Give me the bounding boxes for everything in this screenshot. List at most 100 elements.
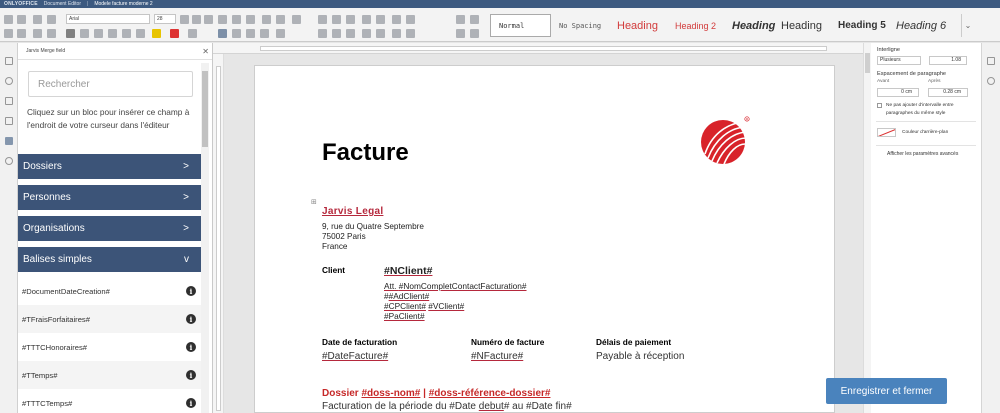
select-all-icon[interactable] (17, 29, 26, 38)
page-break-icon[interactable] (332, 29, 341, 38)
style-heading-4[interactable]: Heading (778, 14, 835, 37)
client-contact-line[interactable]: Att. #NomCompletContactFacturation# (384, 281, 527, 291)
delais-value[interactable]: Payable à réception (596, 351, 684, 362)
align-center-icon[interactable] (232, 29, 241, 38)
info-icon[interactable]: i (186, 314, 196, 324)
shading-icon[interactable] (188, 29, 197, 38)
comment-icon[interactable] (406, 29, 415, 38)
color-scheme-icon[interactable] (470, 29, 479, 38)
link-icon[interactable] (456, 15, 465, 24)
address-line[interactable]: 75002 Paris (322, 232, 366, 242)
client-address-line[interactable]: ##AdClient# (384, 291, 429, 301)
category-personnes[interactable]: Personnes > (18, 185, 201, 213)
dossier-heading[interactable]: Dossier #doss-nom# | #doss-référence-dos… (322, 388, 550, 399)
change-case-icon[interactable] (204, 15, 213, 24)
superscript-icon[interactable] (122, 29, 131, 38)
style-normal[interactable]: Normal (490, 14, 551, 37)
style-heading-1[interactable]: Heading (614, 14, 672, 37)
copy-style-icon[interactable] (47, 15, 56, 24)
delais-label[interactable]: Délais de paiement (596, 337, 671, 347)
orientation-icon[interactable] (362, 29, 371, 38)
font-name-select[interactable]: Arial (66, 14, 150, 24)
advanced-settings-link[interactable]: Afficher les paramètres avancés (887, 151, 958, 157)
bullets-icon[interactable] (218, 15, 227, 24)
company-name[interactable]: Jarvis Legal (322, 206, 383, 217)
file-icon[interactable] (5, 57, 13, 65)
no-interval-checkbox[interactable] (877, 103, 882, 108)
page-size-icon[interactable] (376, 29, 385, 38)
strikethrough-icon[interactable] (108, 29, 117, 38)
cut-icon[interactable] (17, 15, 26, 24)
font-size-select[interactable]: 28 (154, 14, 176, 24)
style-heading-6[interactable]: Heading 6 (893, 14, 948, 37)
info-icon[interactable]: i (186, 286, 196, 296)
font-color-icon[interactable] (170, 29, 179, 38)
interligne-mode-select[interactable]: Plusieurs (877, 56, 921, 65)
style-no-spacing[interactable]: No Spacing (556, 14, 614, 37)
style-heading-2[interactable]: Heading 2 (672, 14, 729, 37)
align-right-icon[interactable] (246, 29, 255, 38)
panel-scrollbar[interactable] (201, 63, 209, 413)
search-icon[interactable] (5, 77, 13, 85)
table-anchor-icon[interactable]: ⊞ (311, 198, 317, 206)
equation-icon[interactable] (392, 15, 401, 24)
style-heading-5[interactable]: Heading 5 (835, 14, 893, 37)
client-code[interactable]: #NClient# (384, 265, 432, 277)
address-line[interactable]: France (322, 242, 347, 252)
date-value[interactable]: #DateFacture# (322, 351, 388, 362)
horizontal-ruler[interactable] (213, 43, 863, 54)
eraser-icon[interactable] (470, 15, 479, 24)
undo-icon[interactable] (33, 15, 42, 24)
plugin-icon[interactable] (5, 137, 13, 145)
textbox-icon[interactable] (376, 15, 385, 24)
info-icon[interactable]: i (186, 398, 196, 408)
columns-icon[interactable] (346, 29, 355, 38)
margins-icon[interactable] (392, 29, 401, 38)
date-label[interactable]: Date de facturation (322, 337, 397, 347)
merge-field-item[interactable]: #TFraisForfaitaires# i (18, 305, 201, 333)
interligne-value-input[interactable]: 1.08 (929, 56, 967, 65)
settings-icon[interactable] (987, 77, 995, 85)
numero-label[interactable]: Numéro de facture (471, 337, 544, 347)
shape-icon[interactable] (362, 15, 371, 24)
line-spacing-icon[interactable] (292, 15, 301, 24)
multilevel-icon[interactable] (246, 15, 255, 24)
apres-input[interactable]: 0.28 cm (928, 88, 968, 97)
justify-icon[interactable] (260, 29, 269, 38)
panel-scroll-thumb[interactable] (202, 71, 208, 147)
document-scroll-thumb[interactable] (865, 53, 870, 73)
highlight-icon[interactable] (152, 29, 161, 38)
category-organisations[interactable]: Organisations > (18, 216, 201, 244)
invoice-title[interactable]: Facture (322, 139, 409, 167)
style-heading-3[interactable]: Heading (729, 14, 778, 37)
comments-icon[interactable] (5, 97, 13, 105)
navigation-icon[interactable] (5, 117, 13, 125)
header-footer-icon[interactable] (318, 29, 327, 38)
search-input[interactable]: Rechercher (28, 71, 193, 97)
symbol-icon[interactable] (406, 15, 415, 24)
vertical-ruler[interactable] (213, 54, 224, 413)
avant-input[interactable]: 0 cm (877, 88, 919, 97)
merge-field-item[interactable]: #DocumentDateCreation# i (18, 277, 201, 305)
chevron-down-icon[interactable]: ⌄ (961, 14, 974, 37)
category-dossiers[interactable]: Dossiers > (18, 154, 201, 182)
numero-value[interactable]: #NFacture# (471, 351, 523, 362)
paste-icon[interactable] (4, 15, 13, 24)
document-scrollbar[interactable] (863, 43, 871, 413)
merge-field-item[interactable]: #TTTCHonoraires# i (18, 333, 201, 361)
font-grow-icon[interactable] (180, 15, 189, 24)
address-line[interactable]: 9, rue du Quatre Septembre (322, 222, 424, 232)
clear-style-icon[interactable] (47, 29, 56, 38)
merge-field-item[interactable]: #TTemps# i (18, 361, 201, 389)
about-icon[interactable] (5, 157, 13, 165)
category-balises-simples[interactable]: Balises simples v (18, 247, 201, 275)
info-icon[interactable]: i (186, 342, 196, 352)
client-city-line[interactable]: #CPClient# #VClient# (384, 301, 464, 311)
bold-icon[interactable] (66, 29, 75, 38)
close-icon[interactable]: ✕ (202, 48, 209, 56)
image-icon[interactable] (332, 15, 341, 24)
italic-icon[interactable] (80, 29, 89, 38)
paragraph-settings-icon[interactable] (987, 57, 995, 65)
decrease-indent-icon[interactable] (262, 15, 271, 24)
align-left-icon[interactable] (218, 29, 227, 38)
